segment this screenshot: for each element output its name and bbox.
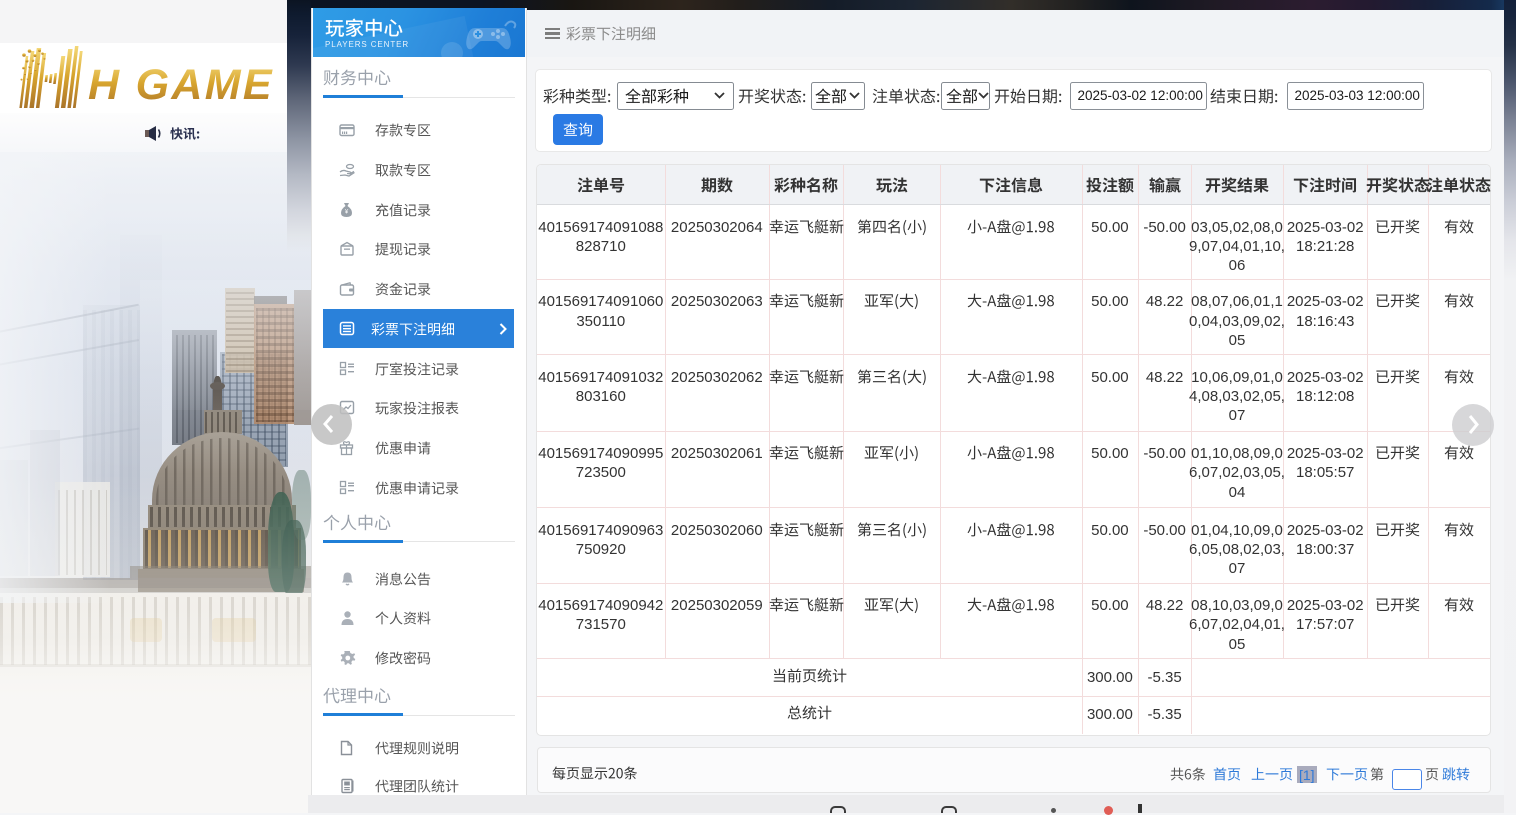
svg-text:H GAME: H GAME [88,61,274,109]
